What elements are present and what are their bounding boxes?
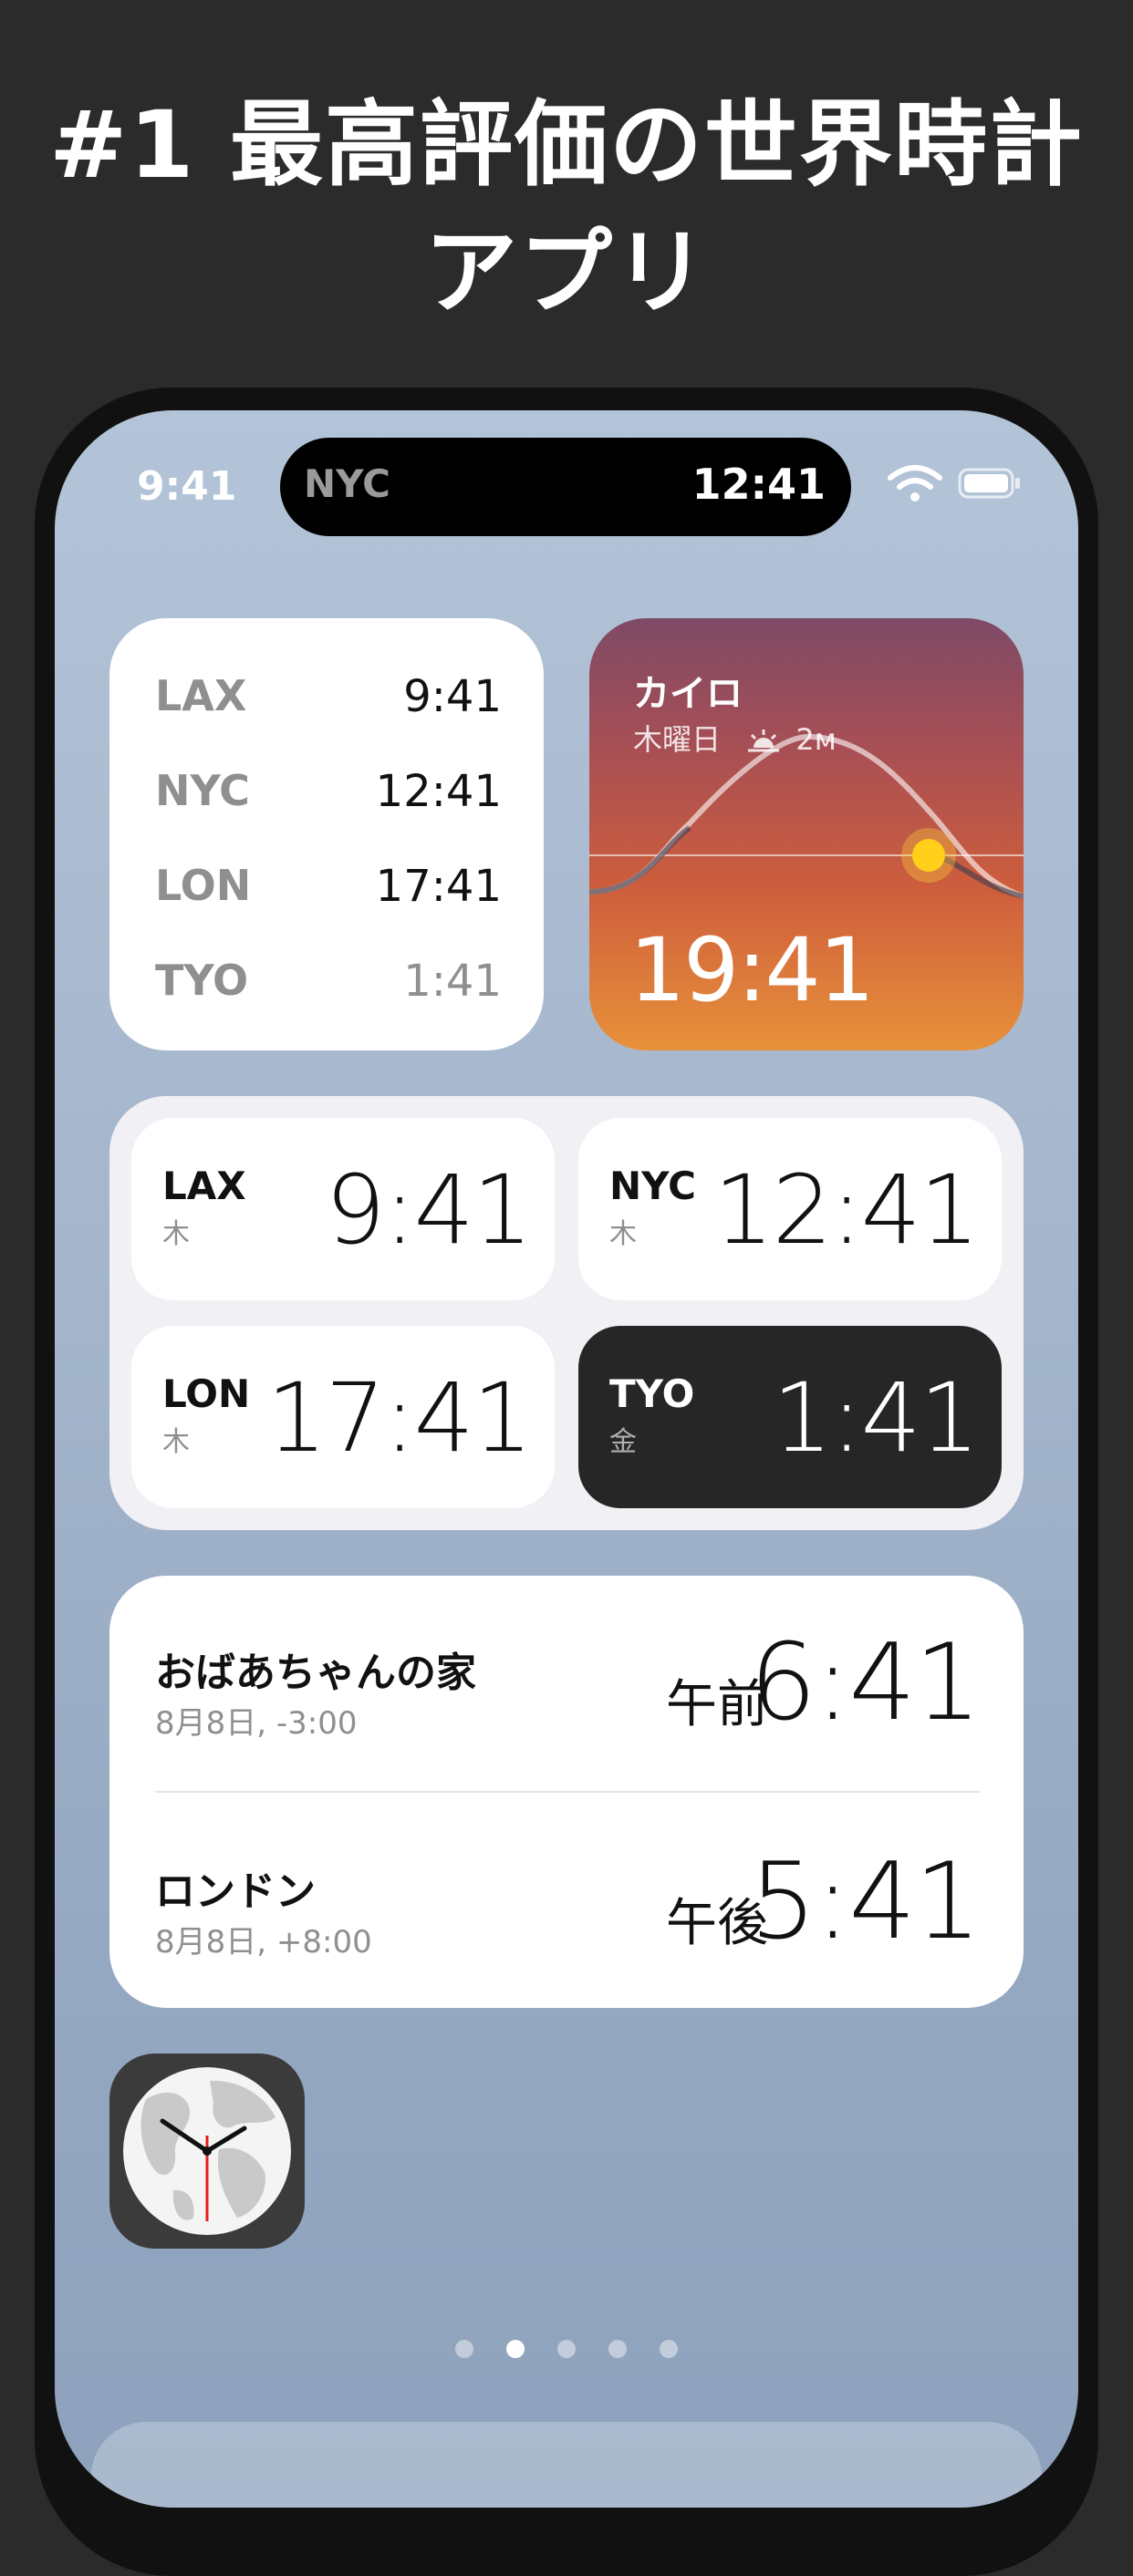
zone-offset: 8月8日, -3:00	[155, 1705, 358, 1742]
zone-row-grandma: おばあちゃんの家 8月8日, -3:00 午前 6:41	[155, 1614, 982, 1760]
headline-line-2: アプリ	[424, 219, 709, 327]
city-tile-lax: LAX 木 9:41	[131, 1118, 555, 1300]
list-item: LON 17:41	[155, 861, 502, 916]
page-dot[interactable]	[608, 2340, 627, 2358]
sun-time: 19:41	[629, 919, 875, 1021]
tile-time: 1:41	[772, 1362, 980, 1474]
zone-offset: 8月8日, +8:00	[155, 1924, 372, 1960]
tile-city: LAX	[162, 1164, 246, 1208]
island-time: 12:41	[691, 460, 826, 509]
dock	[91, 2422, 1042, 2508]
page-dot[interactable]	[557, 2340, 576, 2358]
city-code: LAX	[155, 671, 247, 720]
zone-name: ロンドン	[155, 1868, 316, 1915]
tile-time: 12:41	[713, 1154, 980, 1266]
sun-subtitle: 木曜日 2м	[633, 717, 837, 759]
world-clock-app-icon[interactable]	[109, 2054, 305, 2249]
headline-line-1: #1 最高評価の世界時計	[49, 91, 1084, 200]
headline: #1 最高評価の世界時計 アプリ	[0, 82, 1133, 337]
tile-day: 木	[162, 1218, 190, 1250]
page-dot[interactable]	[660, 2340, 678, 2358]
city-time: 1:41	[403, 956, 502, 1007]
island-city: NYC	[304, 461, 390, 506]
list-item: NYC 12:41	[155, 766, 502, 821]
city-time: 12:41	[375, 766, 502, 817]
list-item: LAX 9:41	[155, 671, 502, 726]
city-tile-nyc: NYC 木 12:41	[578, 1118, 1002, 1300]
zone-time: 5:41	[749, 1840, 982, 1963]
wifi-icon	[888, 465, 942, 502]
city-time: 17:41	[375, 861, 502, 912]
tile-time: 17:41	[266, 1362, 533, 1474]
city-code: LON	[155, 861, 252, 910]
city-code: TYO	[155, 956, 249, 1005]
world-clock-icon	[123, 2067, 291, 2235]
tile-time: 9:41	[325, 1154, 533, 1266]
zone-time: 6:41	[749, 1621, 982, 1744]
page-dot[interactable]	[455, 2340, 473, 2358]
status-time: 9:41	[137, 463, 237, 510]
sun-duration: 2м	[795, 722, 837, 757]
sun-city: カイロ	[633, 673, 743, 715]
list-item: TYO 1:41	[155, 956, 502, 1010]
sun-day: 木曜日	[633, 722, 722, 757]
zone-row-london: ロンドン 8月8日, +8:00 午後 5:41	[155, 1833, 982, 1979]
city-code: NYC	[155, 766, 250, 815]
tile-city: LON	[162, 1371, 251, 1416]
widget-city-list[interactable]: LAX 9:41 NYC 12:41 LON 17:41 TYO 1:41	[109, 618, 544, 1050]
city-time: 9:41	[403, 671, 502, 722]
sun-icon	[912, 839, 945, 872]
tile-day: 木	[609, 1218, 637, 1250]
city-tile-lon: LON 木 17:41	[131, 1326, 555, 1508]
widget-named-zones[interactable]: おばあちゃんの家 8月8日, -3:00 午前 6:41 ロンドン 8月8日, …	[109, 1576, 1024, 2008]
dynamic-island[interactable]: NYC 12:41	[280, 438, 851, 536]
home-screen: 9:41 NYC 12:41 LAX 9:41 NYC 12:41 LON 17…	[55, 410, 1078, 2508]
divider	[155, 1791, 980, 1793]
tile-day: 木	[162, 1426, 190, 1458]
battery-icon	[958, 468, 1020, 499]
widget-sun-cairo[interactable]: カイロ 木曜日 2м 19:41	[589, 618, 1024, 1050]
widget-city-grid[interactable]: LAX 木 9:41 NYC 木 12:41 LON 木 17:41 TYO 金…	[109, 1096, 1024, 1530]
tile-day: 金	[609, 1426, 637, 1458]
tile-city: TYO	[609, 1371, 695, 1416]
page-indicator[interactable]	[55, 2340, 1078, 2367]
city-tile-tyo: TYO 金 1:41	[578, 1326, 1002, 1508]
sunrise-icon	[748, 729, 780, 752]
zone-name: おばあちゃんの家	[155, 1650, 476, 1696]
tile-city: NYC	[609, 1164, 696, 1208]
page-dot-active[interactable]	[506, 2340, 525, 2358]
